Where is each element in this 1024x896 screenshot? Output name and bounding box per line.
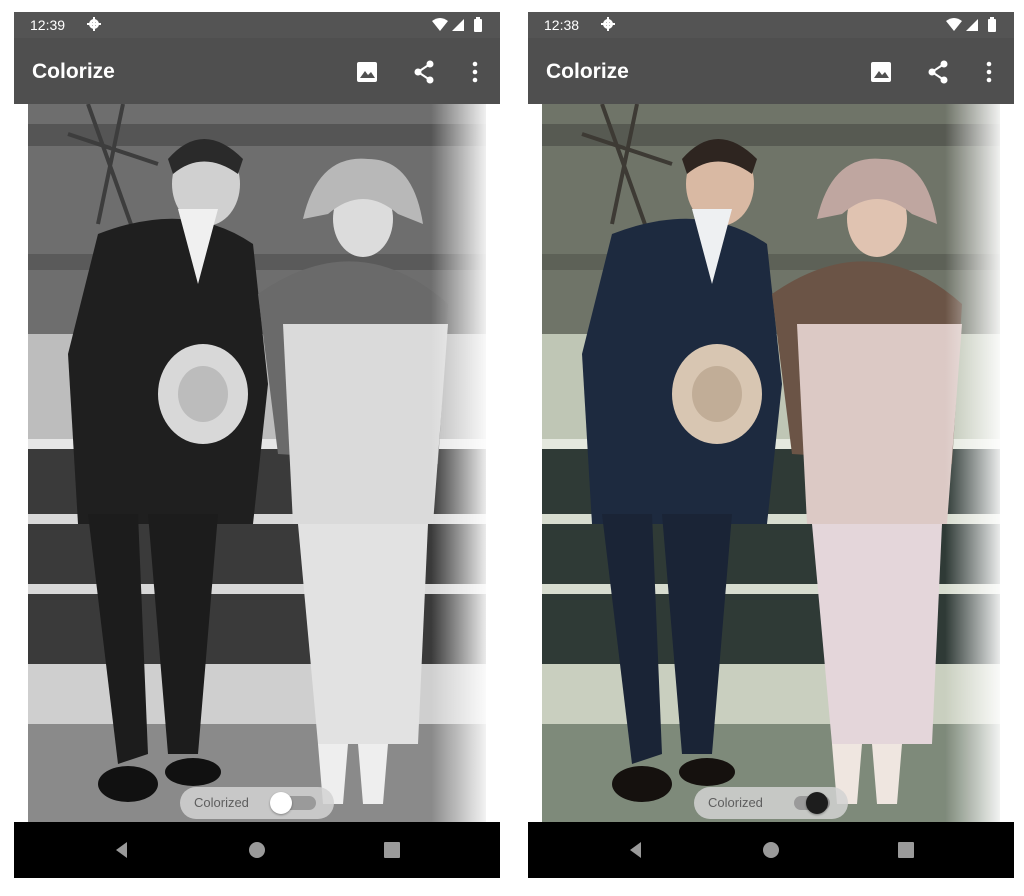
colorized-toggle[interactable]: Colorized — [180, 787, 334, 819]
home-icon[interactable] — [247, 840, 267, 860]
recents-icon[interactable] — [382, 840, 402, 860]
status-bar: 12:38 — [528, 12, 1014, 38]
more-vert-icon[interactable] — [975, 58, 1003, 86]
vintage-couple-photo — [542, 104, 1000, 822]
battery-icon — [474, 19, 482, 32]
wifi-icon — [946, 18, 962, 31]
battery-icon — [988, 19, 996, 32]
home-icon[interactable] — [761, 840, 781, 860]
more-vert-icon[interactable] — [461, 58, 489, 86]
settings-gear-icon — [601, 17, 615, 31]
status-time: 12:38 — [544, 17, 580, 33]
recents-icon[interactable] — [896, 840, 916, 860]
navigation-bar — [528, 822, 1014, 878]
gallery-icon[interactable] — [353, 58, 381, 86]
colorized-toggle-label: Colorized — [194, 795, 249, 810]
settings-gear-icon — [87, 17, 101, 31]
status-bar: 12:39 — [14, 12, 500, 38]
phone-screen-grayscale: 12:39 Colorize Colorized — [14, 12, 500, 878]
colorized-toggle-label: Colorized — [708, 795, 763, 810]
back-icon[interactable] — [112, 840, 132, 860]
gallery-icon[interactable] — [867, 58, 895, 86]
share-icon[interactable] — [924, 58, 952, 86]
app-title: Colorize — [32, 60, 115, 83]
back-icon[interactable] — [626, 840, 646, 860]
toggle-knob[interactable] — [806, 792, 828, 814]
vintage-couple-photo — [28, 104, 486, 822]
app-bar: Colorize — [528, 38, 1014, 104]
cell-signal-icon — [966, 19, 978, 31]
cell-signal-icon — [452, 19, 464, 31]
toggle-knob[interactable] — [270, 792, 292, 814]
share-icon[interactable] — [410, 58, 438, 86]
colorized-toggle[interactable]: Colorized — [694, 787, 848, 819]
app-title: Colorize — [546, 60, 629, 83]
phone-screen-colorized: 12:38 Colorize Colorized — [528, 12, 1014, 878]
system-status-icons — [432, 17, 482, 32]
status-time: 12:39 — [30, 17, 66, 33]
system-status-icons — [946, 17, 996, 32]
wifi-icon — [432, 18, 448, 31]
app-bar: Colorize — [14, 38, 500, 104]
navigation-bar — [14, 822, 500, 878]
photo-colorized — [542, 104, 1000, 822]
photo-grayscale — [28, 104, 486, 822]
